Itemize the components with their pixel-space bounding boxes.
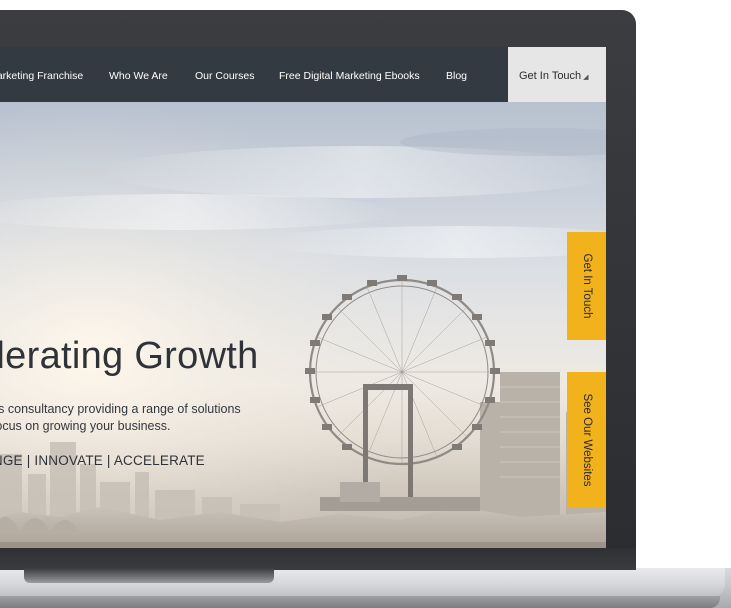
get-in-touch-side-tab[interactable]: Get In Touch — [567, 232, 606, 340]
hero-title: elerating Growth — [0, 335, 259, 377]
hero-description-line-2: at focus on growing your business. — [0, 419, 171, 433]
see-our-websites-side-label: See Our Websites — [580, 393, 593, 487]
laptop-mockup: al Marketing Franchise Who We Are Our Co… — [0, 0, 731, 608]
laptop-bezel-bottom — [0, 548, 636, 570]
nav-item-franchise[interactable]: al Marketing Franchise — [0, 47, 83, 102]
get-in-touch-nav-button[interactable]: Get In Touch ◢ — [508, 47, 606, 102]
hero-description: ness consultancy providing a range of so… — [0, 401, 241, 435]
get-in-touch-side-label: Get In Touch — [580, 253, 593, 319]
see-our-websites-side-tab[interactable]: See Our Websites — [567, 372, 606, 508]
get-in-touch-nav-label: Get In Touch — [519, 70, 582, 82]
hero-background-image — [0, 102, 606, 557]
nav-item-blog[interactable]: Blog — [446, 47, 467, 102]
top-navigation: al Marketing Franchise Who We Are Our Co… — [0, 47, 606, 102]
nav-item-free-ebooks[interactable]: Free Digital Marketing Ebooks — [279, 47, 420, 102]
caret-icon: ◢ — [583, 74, 589, 81]
hero-section: elerating Growth ness consultancy provid… — [0, 102, 606, 557]
hero-description-line-1: ness consultancy providing a range of so… — [0, 402, 241, 416]
laptop-lid: al Marketing Franchise Who We Are Our Co… — [0, 10, 636, 570]
laptop-base-edge — [0, 596, 720, 608]
hero-tagline: LENGE | INNOVATE | ACCELERATE — [0, 453, 205, 468]
laptop-hinge — [24, 568, 274, 583]
browser-screen: al Marketing Franchise Who We Are Our Co… — [0, 47, 606, 557]
nav-item-who-we-are[interactable]: Who We Are — [109, 47, 168, 102]
nav-item-our-courses[interactable]: Our Courses — [195, 47, 255, 102]
